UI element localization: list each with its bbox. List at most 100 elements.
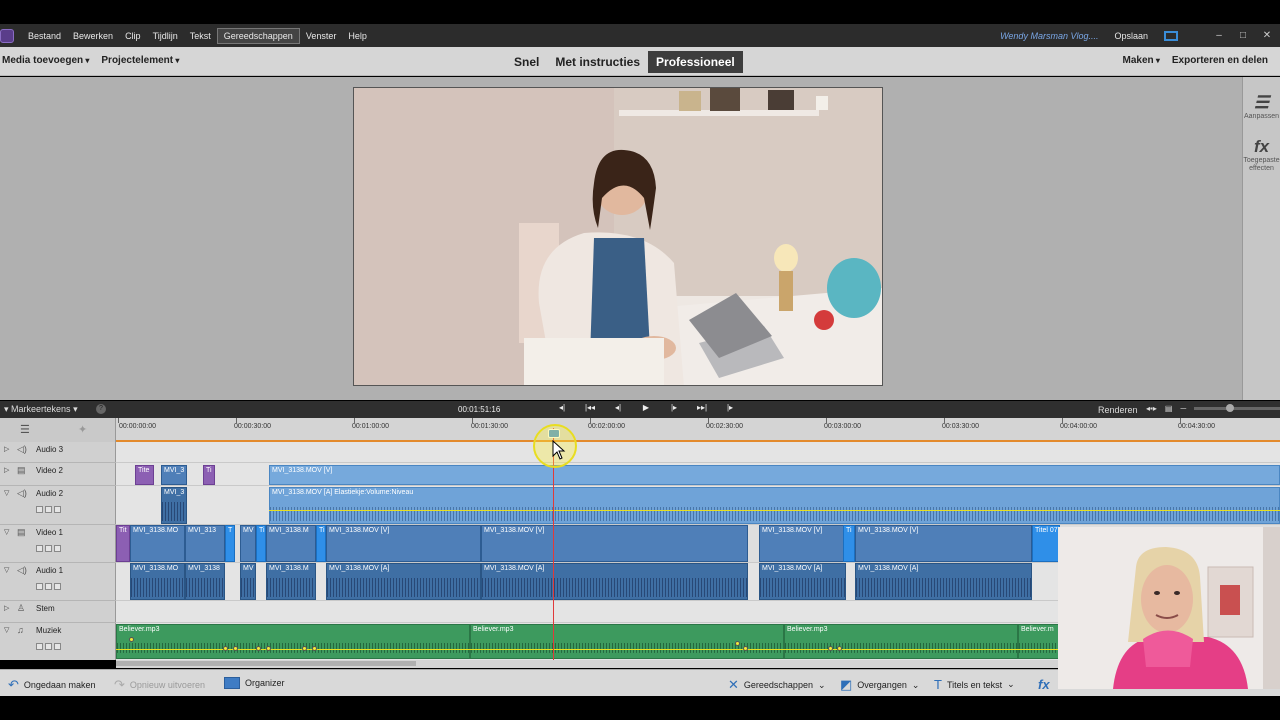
prev-keyframe-icon[interactable] — [36, 506, 43, 513]
prev-keyframe-icon[interactable] — [36, 583, 43, 590]
volume-keyframe[interactable] — [735, 641, 740, 646]
menu-venster[interactable]: Venster — [300, 29, 343, 43]
volume-keyframe[interactable] — [302, 646, 307, 651]
volume-keyframe[interactable] — [743, 646, 748, 651]
next-keyframe-icon[interactable] — [54, 643, 61, 650]
film-icon[interactable]: ▤ — [17, 527, 26, 538]
step-forward-icon[interactable]: |▸ — [666, 403, 682, 412]
timeline-clip[interactable]: Ti — [843, 525, 855, 562]
menu-tekst[interactable]: Tekst — [184, 29, 217, 43]
help-icon[interactable]: ? — [96, 404, 106, 414]
timeline-clip[interactable]: MVI_3138.MOV [A] — [481, 563, 748, 600]
goto-in-icon[interactable]: ◂| — [554, 403, 570, 412]
prev-keyframe-icon[interactable] — [36, 545, 43, 552]
step-back-icon[interactable]: ◂| — [610, 403, 626, 412]
video-preview[interactable] — [353, 87, 883, 386]
timeline-clip[interactable]: MVI_3138.MOV [A] — [855, 563, 1032, 600]
microphone-icon[interactable]: ♙ — [17, 603, 25, 614]
add-keyframe-icon[interactable] — [45, 643, 52, 650]
volume-keyframe[interactable] — [828, 646, 833, 651]
collapse-arrow-icon[interactable]: ▽ — [4, 626, 9, 634]
timeline-clip[interactable]: Ti — [316, 525, 326, 562]
next-keyframe-icon[interactable] — [54, 506, 61, 513]
media-add-dropdown[interactable]: Media toevoegen — [2, 55, 89, 66]
adjust-panel-button[interactable]: ☰ Aanpassen — [1243, 93, 1280, 121]
add-keyframe-icon[interactable] — [45, 583, 52, 590]
list-view-icon[interactable]: ▤ — [1165, 404, 1173, 413]
timeline-clip[interactable]: Believer.mp3 — [784, 624, 1018, 659]
timeline-clip[interactable]: MVI_3138.MOV [V] — [269, 465, 1280, 485]
speaker-icon[interactable]: ◁) — [17, 444, 27, 455]
make-dropdown[interactable]: Maken — [1122, 55, 1159, 66]
timeline-clip[interactable]: MVI_3138.MOV [V] — [759, 525, 846, 562]
close-icon[interactable]: ✕ — [1260, 30, 1274, 41]
goto-out-icon[interactable]: |▸ — [722, 403, 738, 412]
redo-button[interactable]: ↷ Opnieuw uitvoeren — [114, 677, 205, 693]
menu-gereedschappen[interactable]: Gereedschappen — [216, 27, 300, 44]
expand-arrow-icon[interactable]: ▷ — [4, 466, 9, 474]
markers-dropdown[interactable]: ▾ Markeertekens ▾ — [4, 404, 78, 415]
track-header-video1[interactable]: ▽ ▤ Video 1 — [0, 525, 116, 563]
timeline-clip[interactable]: MVI_3138.M — [266, 525, 316, 562]
volume-keyframe[interactable] — [129, 637, 134, 642]
tab-expert[interactable]: Professioneel — [648, 51, 743, 73]
menu-bewerken[interactable]: Bewerken — [67, 29, 119, 43]
timecode-display[interactable]: 00:01:51:16 — [458, 405, 500, 414]
volume-keyframe[interactable] — [233, 646, 238, 651]
track-settings-icon[interactable]: ☰ — [20, 423, 30, 436]
effects-button[interactable]: fx — [1038, 677, 1050, 692]
undo-button[interactable]: ↶ Ongedaan maken — [8, 677, 95, 693]
volume-keyframe[interactable] — [266, 646, 271, 651]
timeline-clip[interactable]: MVI_3138.MOV [V] — [326, 525, 481, 562]
time-ruler[interactable]: 00:00:00:00 00:00:30:00 00:01:00:00 00:0… — [116, 418, 1280, 442]
zoom-out-icon[interactable]: ─ — [1180, 404, 1186, 413]
next-keyframe-icon[interactable] — [54, 545, 61, 552]
expand-arrow-icon[interactable]: ▷ — [4, 445, 9, 453]
volume-line[interactable] — [269, 510, 1280, 511]
timeline-clip[interactable]: MVI_3138.MOV [A] Elastiekje:Volume:Nivea… — [269, 487, 1280, 524]
timeline-clip[interactable]: MVI_3138.MOV [A] — [759, 563, 846, 600]
film-icon[interactable]: ▤ — [17, 465, 26, 476]
track-header-audio3[interactable]: ▷ ◁) Audio 3 — [0, 442, 116, 463]
timeline-clip[interactable]: T — [225, 525, 235, 562]
zoom-slider[interactable] — [1194, 404, 1280, 412]
timeline-clip[interactable]: MV — [240, 525, 256, 562]
track-header-music[interactable]: ▽ ♫ Muziek — [0, 623, 116, 660]
timeline-clip[interactable]: MVI_3138.MOV [V] — [855, 525, 1032, 562]
timeline-clip[interactable]: Tite — [135, 465, 154, 485]
timeline-clip[interactable]: MVI_3138.MO — [130, 563, 185, 600]
play-icon[interactable]: ▶ — [638, 403, 654, 412]
timeline-clip[interactable]: MVI_3 — [161, 487, 187, 524]
speaker-icon[interactable]: ◁) — [17, 565, 27, 576]
maximize-icon[interactable]: □ — [1236, 30, 1250, 41]
scrollbar-thumb[interactable] — [116, 661, 416, 666]
timeline-clip[interactable]: MVI_3138 — [185, 563, 225, 600]
timeline-clip[interactable]: MVI_3138.M — [266, 563, 316, 600]
timeline-clip[interactable]: MV — [240, 563, 256, 600]
track-header-audio2[interactable]: ▽ ◁) Audio 2 — [0, 486, 116, 525]
add-keyframe-icon[interactable] — [45, 506, 52, 513]
timeline-clip[interactable]: Believer.m — [1018, 624, 1060, 659]
volume-keyframe[interactable] — [256, 646, 261, 651]
render-button[interactable]: Renderen — [1098, 405, 1138, 415]
menu-tijdlijn[interactable]: Tijdlijn — [147, 29, 184, 43]
track-header-voice[interactable]: ▷ ♙ Stem — [0, 601, 116, 623]
project-assets-dropdown[interactable]: Projectelement — [101, 55, 179, 66]
timeline-clip[interactable]: Ti — [256, 525, 266, 562]
timeline-clip[interactable]: Believer.mp3 — [116, 624, 470, 659]
timeline-clip[interactable]: MVI_3 — [161, 465, 187, 485]
prev-keyframe-icon[interactable] — [36, 643, 43, 650]
track-header-video2[interactable]: ▷ ▤ Video 2 — [0, 463, 116, 486]
menu-help[interactable]: Help — [342, 29, 373, 43]
menu-clip[interactable]: Clip — [119, 29, 147, 43]
transitions-button[interactable]: ◩ Overgangen ⌄ — [840, 677, 919, 693]
volume-keyframe[interactable] — [837, 646, 842, 651]
goto-end-icon[interactable]: ▸▸| — [694, 403, 710, 412]
menu-bestand[interactable]: Bestand — [22, 29, 67, 43]
speaker-icon[interactable]: ◁) — [17, 488, 27, 499]
collapse-arrow-icon[interactable]: ▽ — [4, 566, 9, 574]
volume-keyframe[interactable] — [223, 646, 228, 651]
export-share-button[interactable]: Exporteren en delen — [1172, 55, 1268, 66]
collapse-arrow-icon[interactable]: ▽ — [4, 528, 9, 536]
music-note-icon[interactable]: ♫ — [17, 625, 24, 635]
